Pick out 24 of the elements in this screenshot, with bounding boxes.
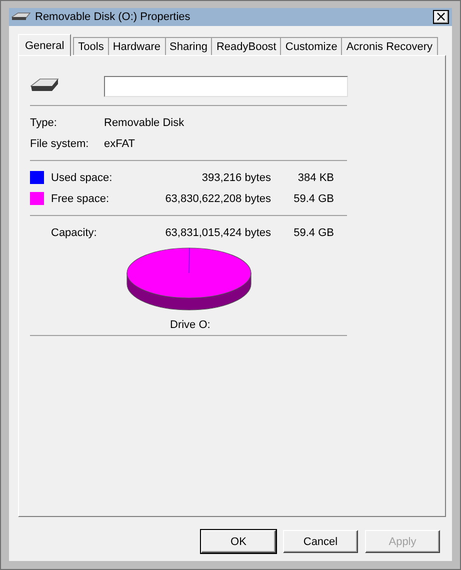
name-field[interactable] xyxy=(104,76,348,96)
dialog-button[interactable]: Cancel xyxy=(283,530,358,553)
window-title: Removable Disk (O:) Properties xyxy=(35,11,192,23)
drive-label: Drive O: xyxy=(170,319,210,331)
size-value: 59.4 GB xyxy=(292,226,334,238)
dialog-button[interactable]: OK xyxy=(201,530,276,553)
tab[interactable]: Acronis Recovery xyxy=(341,37,438,56)
size-value: 384 KB xyxy=(296,172,334,184)
property-label: File system: xyxy=(30,138,90,150)
space-label: Free space: xyxy=(51,192,110,204)
property-value: exFAT xyxy=(104,138,136,150)
drive-icon xyxy=(30,76,60,92)
bytes-value: 63,830,622,208 bytes xyxy=(164,192,271,204)
tab[interactable]: Tools xyxy=(73,37,109,56)
tab[interactable]: General xyxy=(18,34,72,56)
drive-icon xyxy=(11,12,31,22)
space-label: Capacity: xyxy=(51,226,98,238)
size-value: 59.4 GB xyxy=(292,192,334,204)
space-label: Used space: xyxy=(51,172,114,184)
property-value: Removable Disk xyxy=(104,116,186,128)
bytes-value: 63,831,015,424 bytes xyxy=(164,226,271,238)
close-button[interactable]: × xyxy=(433,10,449,24)
bytes-value: 393,216 bytes xyxy=(200,172,271,184)
property-label: Type: xyxy=(30,116,58,128)
